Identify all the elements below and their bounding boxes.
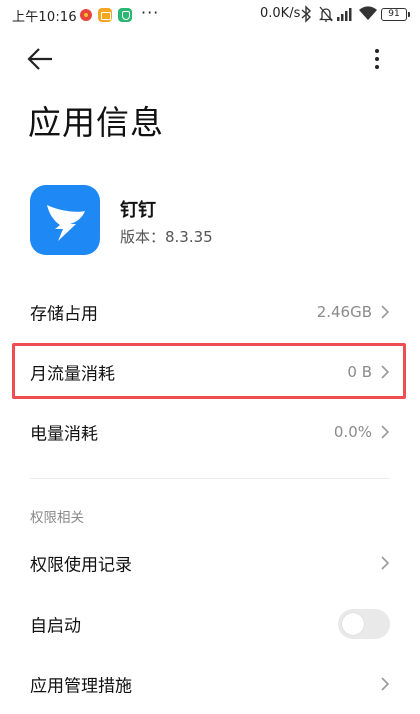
mute-bell-icon	[318, 6, 334, 22]
back-button[interactable]	[24, 44, 58, 74]
page-title: 应用信息	[28, 103, 164, 142]
signal-icon	[337, 8, 352, 21]
dingtalk-app-icon	[30, 185, 100, 255]
permissions-section-title: 权限相关	[30, 510, 84, 526]
app-management-row[interactable]: 应用管理措施	[0, 654, 420, 714]
chevron-right-icon	[381, 425, 390, 439]
monthly-traffic-row[interactable]: 月流量消耗 0 B	[0, 342, 420, 402]
battery-indicator: 91	[381, 8, 410, 21]
autostart-label: 自启动	[30, 616, 81, 637]
more-notifications-indicator: ···	[141, 3, 160, 22]
more-options-button[interactable]	[364, 44, 390, 74]
weibo-icon	[80, 9, 92, 21]
storage-usage-label: 存储占用	[30, 304, 98, 325]
chevron-right-icon	[381, 365, 390, 379]
chevron-right-icon	[381, 305, 390, 319]
chevron-right-icon	[381, 556, 390, 570]
arrow-left-icon	[27, 48, 52, 70]
network-speed: 0.0K/s	[260, 6, 301, 21]
more-vertical-icon	[375, 49, 379, 69]
app-version: 版本：8.3.35	[120, 228, 213, 246]
battery-usage-value: 0.0%	[333, 423, 372, 441]
status-time: 上午10:16	[12, 10, 77, 25]
status-bar: 上午10:16 ··· 0.0K/s 91	[0, 0, 420, 30]
app-name: 钉钉	[120, 200, 156, 221]
battery-usage-label: 电量消耗	[30, 424, 98, 445]
dingtalk-logo-icon	[47, 205, 85, 241]
permission-usage-log-label: 权限使用记录	[30, 555, 132, 576]
toggle-knob	[342, 613, 364, 635]
monthly-traffic-label: 月流量消耗	[30, 364, 115, 385]
wifi-icon	[359, 6, 377, 20]
chevron-right-icon	[381, 677, 390, 691]
storage-usage-value: 2.46GB	[316, 303, 372, 321]
security-icon	[118, 8, 132, 22]
battery-usage-row[interactable]: 电量消耗 0.0%	[0, 402, 420, 462]
permission-usage-log-row[interactable]: 权限使用记录	[0, 533, 420, 593]
bluetooth-icon	[301, 5, 312, 23]
section-divider	[30, 478, 390, 479]
notes-icon	[98, 8, 112, 22]
storage-usage-row[interactable]: 存储占用 2.46GB	[0, 282, 420, 342]
autostart-toggle[interactable]	[338, 609, 390, 639]
app-management-label: 应用管理措施	[30, 676, 132, 697]
monthly-traffic-value: 0 B	[347, 363, 372, 381]
autostart-row: 自启动	[0, 594, 420, 654]
